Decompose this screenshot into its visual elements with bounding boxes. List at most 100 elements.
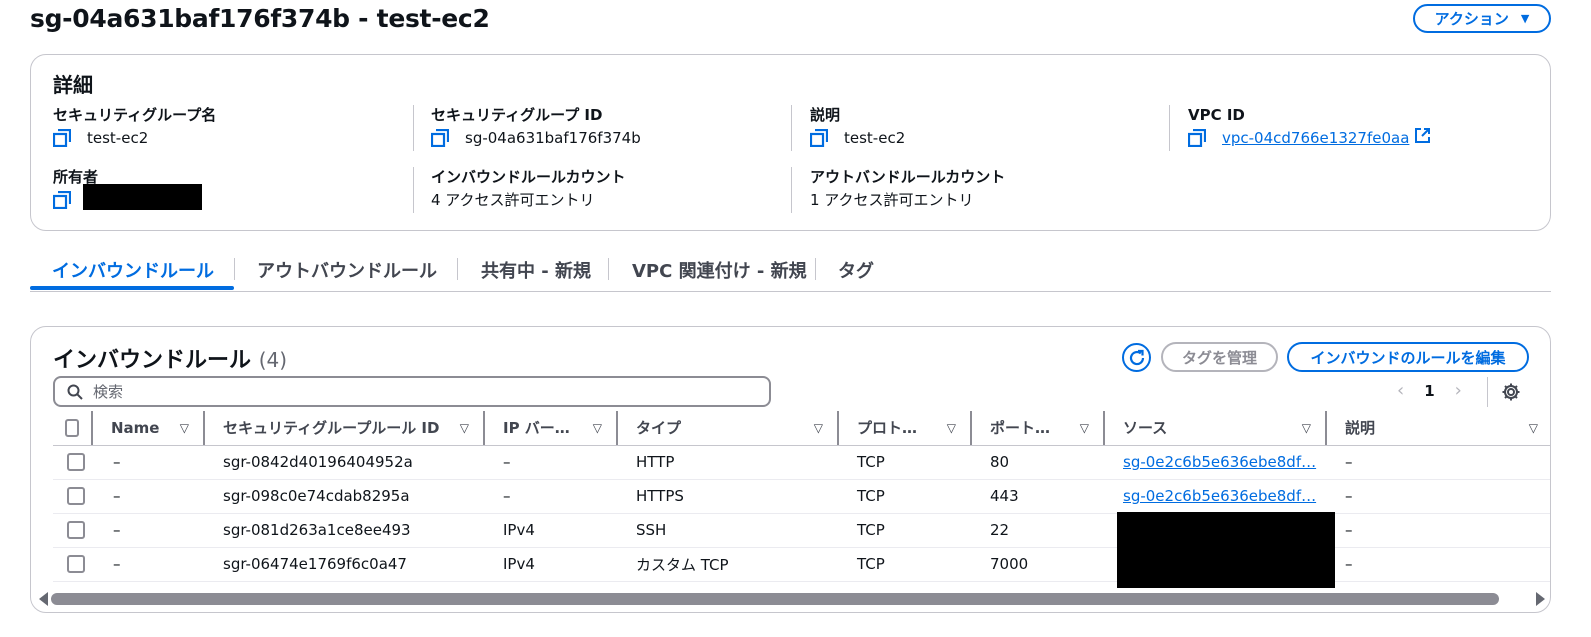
tab-bar: インバウンドルール アウトバウンドルール 共有中 - 新規 VPC 関連付け -… [30,250,1551,292]
copy-icon[interactable] [810,129,828,147]
rules-title-text: インバウンドルール [53,348,252,373]
tab-separator [608,258,609,280]
search-icon [67,384,83,400]
cell-rule-id: sgr-098c0e74cdab8295a [205,479,485,514]
sort-icon[interactable]: ▽ [1302,421,1311,435]
table-header-row: Name ▽ セキュリティグループルール ID ▽ IP バー… ▽ タイプ ▽ プロト… [53,411,1550,446]
actions-dropdown-button[interactable]: アクション ▼ [1413,4,1551,33]
sort-icon[interactable]: ▽ [947,421,956,435]
sort-icon[interactable]: ▽ [814,421,823,435]
cell-description: – [1327,513,1550,548]
column-header-port[interactable]: ポート… ▽ [972,411,1105,446]
table-row[interactable]: – sgr-098c0e74cdab8295a – HTTPS TCP 443 … [53,479,1550,514]
field-value: 1 アクセス許可エントリ [810,191,974,209]
tab-inbound-rules[interactable]: インバウンドルール [52,250,214,289]
chevron-right-icon[interactable]: › [1455,380,1462,401]
row-checkbox[interactable] [67,555,85,574]
sort-icon[interactable]: ▽ [593,421,602,435]
column-label: セキュリティグループルール ID [223,419,440,438]
cell-name: – [93,547,205,582]
column-header-rule-id[interactable]: セキュリティグループルール ID ▽ [205,411,485,446]
cell-name: – [93,479,205,514]
field-label: セキュリティグループ ID [431,106,603,124]
column-header-source[interactable]: ソース ▽ [1105,411,1327,446]
tab-sharing[interactable]: 共有中 - 新規 [481,250,591,289]
details-title: 詳細 [53,73,93,97]
tab-outbound-rules[interactable]: アウトバウンドルール [257,250,437,289]
sort-icon[interactable]: ▽ [1529,421,1538,435]
copy-icon[interactable] [1188,129,1206,147]
row-checkbox[interactable] [67,453,85,472]
tab-tags[interactable]: タグ [838,250,874,289]
settings-gear-icon[interactable] [1501,382,1521,406]
edit-inbound-rules-button[interactable]: インバウンドのルールを編集 [1287,342,1529,372]
cell-ip-version: IPv4 [485,513,618,548]
table-row[interactable]: – sgr-0842d40196404952a – HTTP TCP 80 sg… [53,445,1550,480]
copy-icon[interactable] [53,129,71,147]
source-link[interactable]: sg-0e2c6b5e636ebe8df… [1123,453,1316,471]
sort-icon[interactable]: ▽ [460,421,469,435]
search-input[interactable]: 検索 [53,376,771,407]
scroll-right-icon[interactable] [1536,592,1545,606]
scrollbar-thumb[interactable] [51,593,1499,605]
tab-separator [234,258,235,280]
select-all-header [53,411,93,446]
tab-separator [815,258,816,280]
column-header-name[interactable]: Name ▽ [93,411,205,446]
field-security-group-name: セキュリティグループ名 test-ec2 [53,105,216,148]
select-all-checkbox[interactable] [65,418,79,437]
pagination: ‹ 1 › [1397,380,1462,401]
rules-count: (4) [258,348,288,372]
column-label: ソース [1123,419,1168,438]
column-header-type[interactable]: タイプ ▽ [618,411,839,446]
cell-port: 7000 [972,547,1105,582]
actions-label: アクション [1434,10,1509,28]
field-owner: 所有者 [53,167,202,210]
column-header-protocol[interactable]: プロト… ▽ [839,411,972,446]
page-number[interactable]: 1 [1424,382,1434,400]
field-security-group-id: セキュリティグループ ID sg-04a631baf176f374b [431,105,641,148]
cell-description: – [1327,547,1550,582]
copy-icon[interactable] [53,191,71,209]
copy-icon[interactable] [431,129,449,147]
cell-type: HTTPS [618,479,839,514]
vpc-id-link[interactable]: vpc-04cd766e1327fe0aa [1222,128,1409,148]
column-divider [1169,105,1170,151]
tab-vpc-associations[interactable]: VPC 関連付け - 新規 [632,250,807,289]
external-link-icon[interactable] [1415,128,1431,148]
search-placeholder: 検索 [93,383,124,401]
column-header-description[interactable]: 説明 ▽ [1327,411,1550,446]
field-vpc-id: VPC ID vpc-04cd766e1327fe0aa [1188,105,1431,148]
chevron-left-icon[interactable]: ‹ [1397,380,1404,401]
cell-port: 443 [972,479,1105,514]
scroll-left-icon[interactable] [39,592,48,606]
field-outbound-rule-count: アウトバンドルールカウント 1 アクセス許可エントリ [810,167,1005,210]
sort-icon[interactable]: ▽ [180,421,189,435]
sort-icon[interactable]: ▽ [1080,421,1089,435]
active-tab-indicator [30,286,234,290]
column-divider [413,105,414,151]
cell-type: カスタム TCP [618,547,839,582]
cell-name: – [93,445,205,480]
field-label: 説明 [810,106,841,124]
column-label: タイプ [636,419,682,438]
cell-description: – [1327,445,1550,480]
cell-ip-version: IPv4 [485,547,618,582]
row-checkbox[interactable] [67,521,85,540]
rules-title: インバウンドルール (4) [53,342,287,374]
inbound-rules-panel: インバウンドルール (4) タグを管理 インバウンドのルールを編集 検索 ‹ 1… [30,326,1551,613]
column-header-ip-version[interactable]: IP バー… ▽ [485,411,618,446]
field-value: test-ec2 [844,129,906,147]
row-checkbox[interactable] [67,487,85,506]
cell-ip-version: – [485,445,618,480]
pager-separator [1487,377,1488,407]
cell-type: HTTP [618,445,839,480]
refresh-button[interactable] [1122,343,1151,372]
column-label: 説明 [1345,419,1376,438]
source-link[interactable]: sg-0e2c6b5e636ebe8df… [1123,487,1316,505]
field-value: sg-04a631baf176f374b [465,129,641,147]
column-divider [791,105,792,151]
manage-tags-button[interactable]: タグを管理 [1161,342,1278,372]
column-label: Name [111,418,160,437]
cell-port: 80 [972,445,1105,480]
